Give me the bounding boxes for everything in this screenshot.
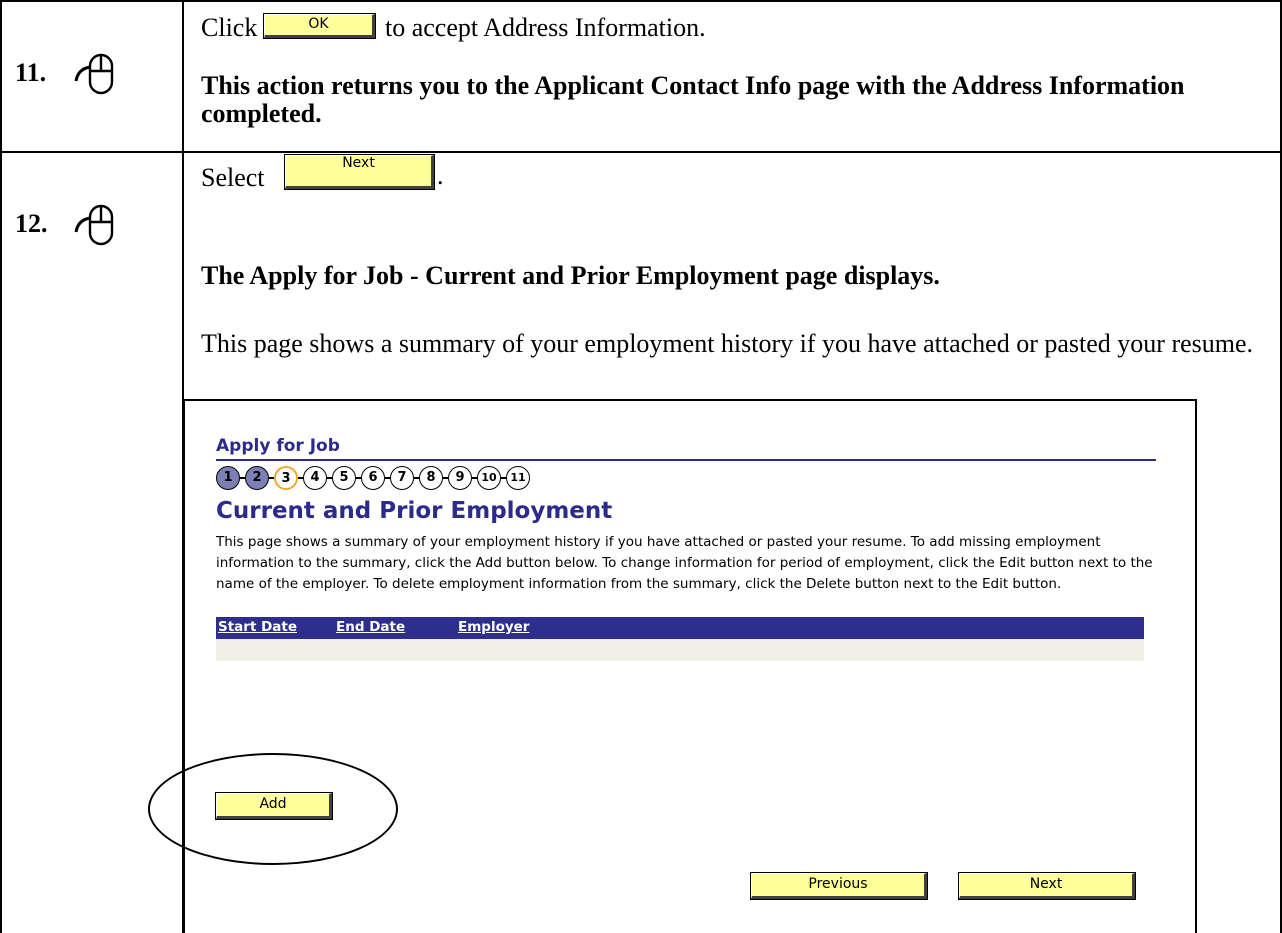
progress-step-1[interactable]: 1 [216, 466, 240, 490]
progress-step-3[interactable]: 3 [274, 466, 298, 490]
page-description: This page shows a summary of your employ… [216, 534, 1153, 592]
step-12-result: The Apply for Job - Current and Prior Em… [201, 261, 940, 290]
mouse-click-icon [74, 204, 114, 246]
progress-step-2[interactable]: 2 [245, 466, 269, 490]
step-number: 12. [15, 209, 48, 238]
next-button-screenshot[interactable]: Next [959, 873, 1135, 899]
progress-step-6[interactable]: 6 [361, 466, 385, 490]
table-top-border [0, 0, 1282, 2]
step-11-result: This action returns you to the Applicant… [201, 71, 1185, 128]
instruction-verb: Select [201, 163, 265, 192]
step-12-note: This page shows a summary of your employ… [201, 329, 1254, 358]
page-title: Current and Prior Employment [216, 498, 613, 524]
progress-step-5[interactable]: 5 [332, 466, 356, 490]
employer-column[interactable]: Employer [458, 619, 529, 635]
step-number: 11. [15, 58, 47, 87]
mouse-click-icon [74, 53, 114, 95]
instruction-verb: Click [201, 13, 258, 42]
progress-step-7[interactable]: 7 [390, 466, 414, 490]
next-button[interactable]: Next [285, 155, 434, 189]
instruction-rest: . [437, 161, 444, 190]
progress-step-9[interactable]: 9 [448, 466, 472, 490]
progress-step-11[interactable]: 11 [506, 466, 530, 490]
start-date-column[interactable]: Start Date [218, 619, 297, 635]
table-row [216, 639, 1144, 661]
ok-button[interactable]: OK [264, 14, 375, 38]
row-divider [0, 151, 1282, 153]
header-rule [216, 459, 1156, 461]
apply-for-job-header: Apply for Job [216, 436, 340, 456]
previous-button[interactable]: Previous [751, 873, 927, 899]
highlight-oval [148, 753, 398, 865]
employment-table-header: Start Date End Date Employer [216, 617, 1144, 639]
end-date-column[interactable]: End Date [336, 619, 405, 635]
progress-step-4[interactable]: 4 [303, 466, 327, 490]
table-left-border [0, 0, 2, 933]
step-11-instruction: Click [201, 14, 257, 42]
embedded-screenshot: Apply for Job 1 2 3 4 5 6 7 8 9 10 11 Cu… [148, 399, 1197, 933]
progress-step-10[interactable]: 10 [477, 466, 501, 490]
progress-step-8[interactable]: 8 [419, 466, 443, 490]
instruction-rest: to accept Address Information. [385, 13, 706, 42]
